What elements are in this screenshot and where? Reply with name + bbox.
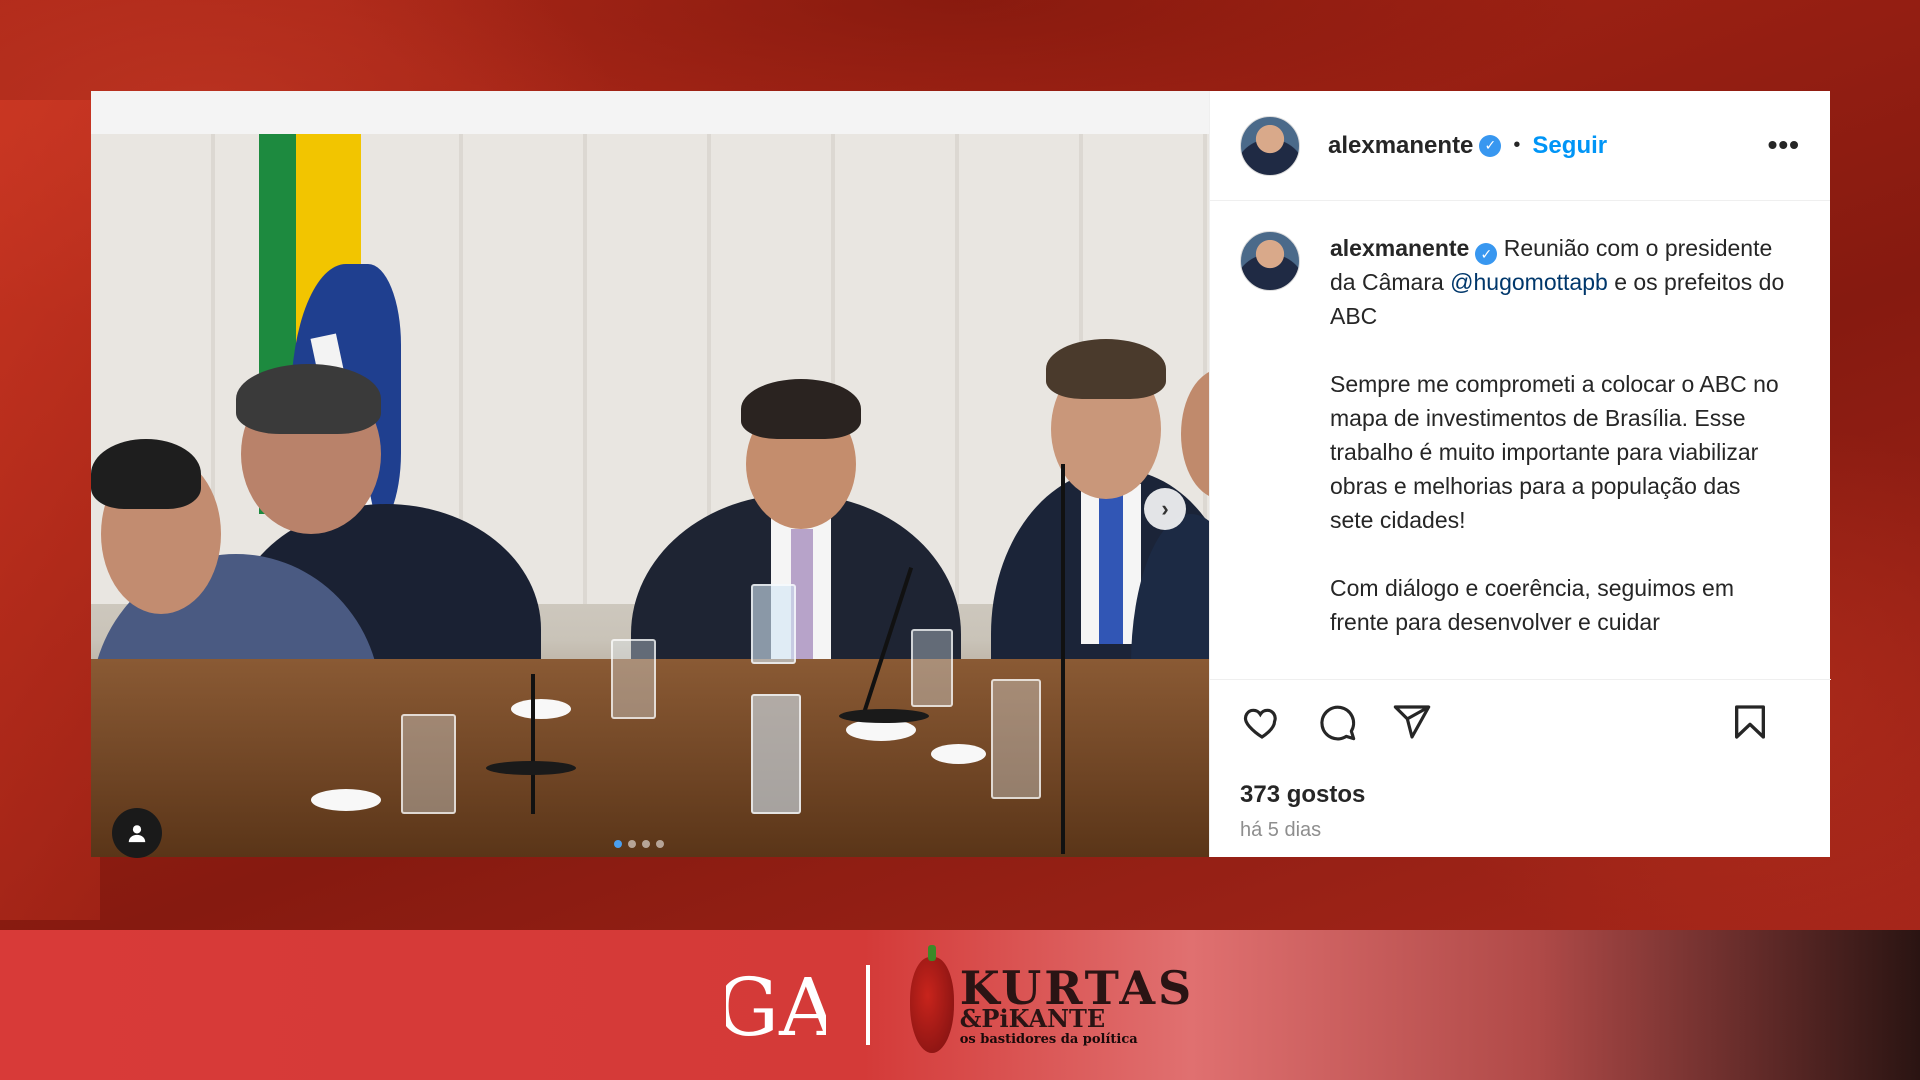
photo-glass — [401, 714, 456, 814]
caption-avatar[interactable] — [1240, 231, 1300, 291]
photo-hair — [91, 439, 201, 509]
share-icon — [1393, 704, 1431, 739]
post-photo[interactable] — [91, 134, 1209, 857]
photo-microphone — [1061, 464, 1065, 854]
photo-tie — [1099, 494, 1123, 644]
share-button[interactable] — [1390, 700, 1434, 744]
photo-hair — [236, 364, 381, 434]
carousel-dot — [614, 840, 622, 848]
heart-icon — [1243, 708, 1277, 739]
username-link[interactable]: alexmanente — [1328, 132, 1473, 160]
comment-button[interactable] — [1315, 700, 1359, 744]
verified-badge-icon: ✓ — [1479, 134, 1502, 157]
likes-count[interactable]: 373 gostos — [1240, 781, 1365, 809]
carousel-next-button[interactable]: › — [1144, 488, 1186, 530]
carousel-dots — [614, 840, 664, 848]
photo-water-bottle — [751, 584, 796, 664]
header-separator: • — [1513, 134, 1521, 156]
photo-hair — [741, 379, 861, 439]
photo-hair — [1046, 339, 1166, 399]
post-actions — [1210, 679, 1831, 763]
like-button[interactable] — [1240, 700, 1284, 744]
kurtas-pikante-logo: KURTAS &PiKANTE os bastidores da polític… — [909, 945, 1195, 1053]
brand-bar: GA KURTAS &PiKANTE os bastidores da polí… — [0, 930, 1920, 1080]
bookmark-icon — [1735, 705, 1765, 739]
avatar[interactable] — [1240, 115, 1300, 176]
carousel-dot — [642, 840, 650, 848]
mention-link[interactable]: @hugomottapb — [1450, 269, 1608, 295]
post-caption: alexmanente ✓ Reunião com o presidente da… — [1210, 201, 1830, 681]
photo-microphone — [531, 674, 535, 814]
ga-logo: GA — [726, 961, 826, 1054]
post-media: › — [91, 91, 1209, 858]
brand-divider — [865, 965, 870, 1045]
verified-badge-icon: ✓ — [1475, 243, 1498, 265]
user-tag-icon — [128, 825, 146, 843]
photo-glass — [911, 629, 953, 707]
carousel-dot — [656, 840, 664, 848]
follow-button[interactable]: Seguir — [1532, 132, 1607, 160]
media-top-strip — [91, 91, 1209, 134]
save-button[interactable] — [1728, 700, 1772, 744]
pepper-icon — [909, 945, 954, 1053]
post-timestamp[interactable]: há 5 dias — [1240, 819, 1321, 842]
post-side-panel: alexmanente ✓ • Seguir ••• alexmanente ✓ … — [1209, 91, 1831, 857]
photo-glass — [611, 639, 656, 719]
caption-paragraph: Com diálogo e coerência, seguimos em fre… — [1330, 575, 1734, 635]
post-header: alexmanente ✓ • Seguir ••• — [1210, 91, 1830, 201]
chevron-right-icon: › — [1161, 496, 1169, 521]
tagged-users-button[interactable] — [112, 808, 162, 858]
svg-text:GA: GA — [726, 961, 826, 1054]
background-stripe — [0, 100, 100, 920]
more-options-button[interactable]: ••• — [1768, 129, 1800, 161]
instagram-post: › alexmanente ✓ • Seguir ••• alexmanente… — [91, 91, 1831, 858]
photo-cup — [511, 699, 571, 719]
caption-text: alexmanente ✓ Reunião com o presidente da… — [1330, 231, 1790, 681]
photo-mic-base — [839, 709, 929, 723]
photo-cup — [311, 789, 381, 811]
photo-glass — [991, 679, 1041, 799]
caption-paragraph: Sempre me comprometi a colocar o ABC no … — [1330, 371, 1779, 533]
photo-cup — [931, 744, 986, 764]
photo-mic-base — [486, 761, 576, 775]
photo-water-bottle — [751, 694, 801, 814]
logo-tagline: os bastidores da política — [959, 1031, 1138, 1047]
comment-icon — [1320, 705, 1356, 740]
carousel-dot — [628, 840, 636, 848]
caption-username-link[interactable]: alexmanente — [1330, 235, 1469, 261]
